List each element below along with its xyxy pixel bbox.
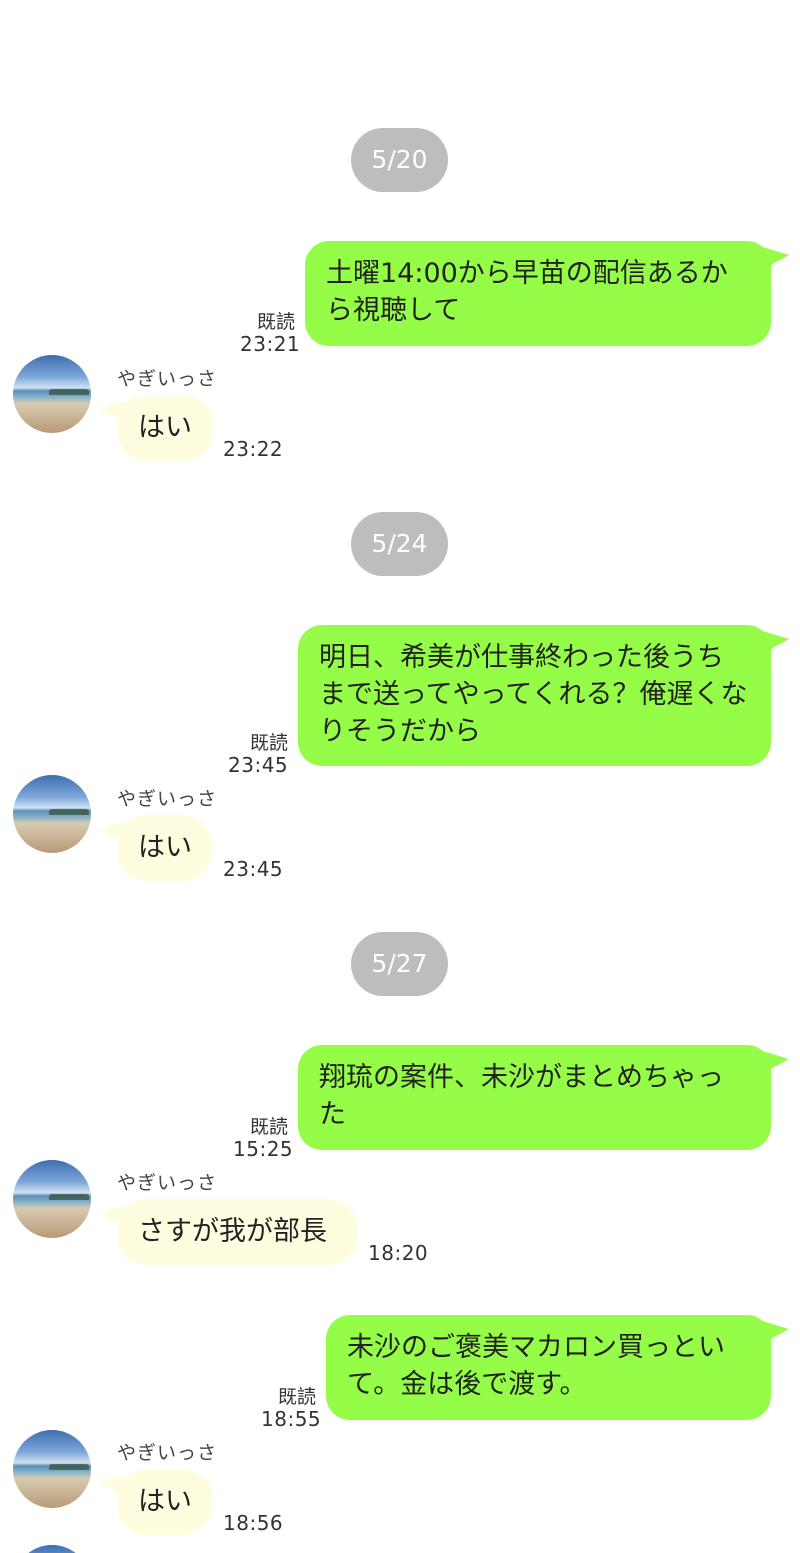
sent-message-bubble[interactable]: 翔琉の案件、未沙がまとめちゃった bbox=[298, 1045, 771, 1150]
avatar[interactable] bbox=[13, 1545, 91, 1553]
avatar[interactable] bbox=[13, 1160, 91, 1238]
avatar[interactable] bbox=[13, 1430, 91, 1508]
avatar[interactable] bbox=[13, 355, 91, 433]
sender-name: やぎいっさ bbox=[117, 1172, 218, 1194]
message-timestamp: 23:45 bbox=[228, 753, 289, 777]
avatar[interactable] bbox=[13, 775, 91, 853]
received-message-bubble[interactable]: はい bbox=[117, 815, 213, 881]
message-timestamp: 18:55 bbox=[261, 1407, 322, 1431]
message-timestamp: 18:56 bbox=[223, 1511, 284, 1535]
read-receipt: 既読 bbox=[249, 1116, 288, 1138]
message-timestamp: 23:21 bbox=[240, 332, 301, 356]
received-message-bubble[interactable]: はい bbox=[117, 395, 213, 461]
message-timestamp: 18:20 bbox=[368, 1241, 429, 1265]
message-timestamp: 15:25 bbox=[233, 1137, 294, 1161]
received-message-bubble[interactable]: さすが我が部長 bbox=[117, 1199, 358, 1265]
date-separator: 5/24 bbox=[351, 512, 448, 576]
sent-message-bubble[interactable]: 明日、希美が仕事終わった後うちまで送ってやってくれる？俺遅くなりそうだから bbox=[298, 625, 771, 766]
message-timestamp: 23:22 bbox=[223, 437, 284, 461]
message-timestamp: 23:45 bbox=[223, 857, 284, 881]
read-receipt: 既読 bbox=[256, 311, 295, 333]
sender-name: やぎいっさ bbox=[117, 788, 218, 810]
sent-message-bubble[interactable]: 土曜14:00から早苗の配信あるから視聴して bbox=[305, 241, 771, 346]
read-receipt: 既読 bbox=[249, 732, 288, 754]
date-separator: 5/27 bbox=[351, 932, 448, 996]
received-message-bubble[interactable]: はい bbox=[117, 1469, 213, 1535]
chat-thread[interactable]: 5/20 土曜14:00から早苗の配信あるから視聴して 既読 23:21 やぎい… bbox=[0, 0, 800, 1553]
date-separator: 5/20 bbox=[351, 128, 448, 192]
sender-name: やぎいっさ bbox=[117, 1442, 218, 1464]
sent-message-bubble[interactable]: 未沙のご褒美マカロン買っといて。金は後で渡す。 bbox=[326, 1315, 771, 1420]
read-receipt: 既読 bbox=[277, 1386, 316, 1408]
sender-name: やぎいっさ bbox=[117, 368, 218, 390]
